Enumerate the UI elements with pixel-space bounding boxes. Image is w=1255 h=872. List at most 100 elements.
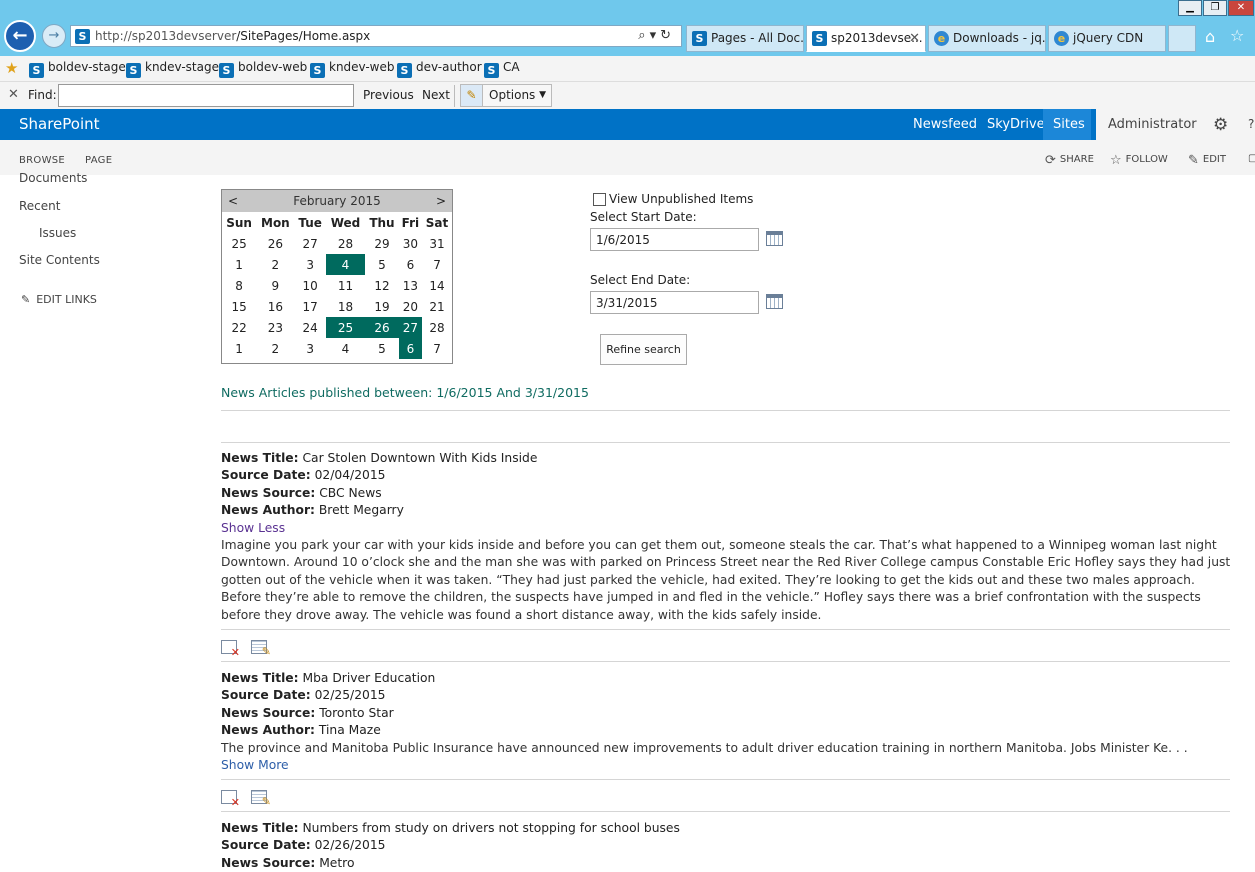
calendar-day[interactable]: 8: [222, 275, 256, 296]
calendar-day[interactable]: 27: [398, 317, 423, 338]
tab-sp2013devserver[interactable]: S sp2013devse... ✕: [806, 25, 926, 52]
gear-icon[interactable]: ⚙: [1213, 115, 1228, 135]
calendar-day[interactable]: 15: [222, 296, 256, 317]
calendar-day[interactable]: 9: [256, 275, 294, 296]
calendar-day[interactable]: 17: [294, 296, 325, 317]
favorites-add-icon[interactable]: ★: [5, 59, 18, 77]
edit-item-icon[interactable]: [251, 640, 271, 658]
calendar-day[interactable]: 4: [326, 338, 365, 359]
share-button[interactable]: ⟳ SHARE: [1045, 153, 1094, 168]
calendar-day[interactable]: 3: [294, 338, 325, 359]
favorite-link[interactable]: Sdev-author: [397, 60, 482, 78]
find-close-icon[interactable]: ✕: [8, 87, 19, 102]
start-date-input[interactable]: [590, 228, 759, 251]
find-next-button[interactable]: Next: [422, 88, 450, 102]
search-refresh-icons[interactable]: ⌕▾↻: [638, 28, 675, 43]
find-previous-button[interactable]: Previous: [363, 88, 414, 102]
calendar-day[interactable]: 2: [256, 254, 294, 275]
calendar-day[interactable]: 28: [422, 317, 452, 338]
find-input[interactable]: [58, 84, 354, 107]
nav-site-contents[interactable]: Site Contents: [19, 253, 100, 267]
newsfeed-link[interactable]: Newsfeed: [913, 117, 977, 132]
edit-button[interactable]: ✎ EDIT: [1188, 153, 1226, 168]
window-close-button[interactable]: ✕: [1228, 0, 1254, 16]
home-icon[interactable]: ⌂: [1205, 27, 1215, 46]
calendar-day[interactable]: 30: [399, 233, 422, 254]
calendar-day[interactable]: 19: [365, 296, 399, 317]
unpublished-checkbox[interactable]: [593, 193, 606, 206]
calendar-day[interactable]: 3: [294, 254, 325, 275]
show-less-link[interactable]: Show Less: [221, 520, 1231, 537]
calendar-day[interactable]: 26: [365, 317, 399, 338]
tab-downloads[interactable]: e Downloads - jq...: [928, 25, 1046, 52]
tab-page[interactable]: PAGE: [85, 155, 112, 166]
calendar-day[interactable]: 22: [222, 317, 256, 338]
delete-item-icon[interactable]: [221, 640, 240, 659]
calendar-day[interactable]: 10: [294, 275, 325, 296]
calendar-picker-icon[interactable]: [766, 294, 783, 309]
delete-item-icon[interactable]: [221, 790, 240, 809]
favorite-link[interactable]: Skndev-stage: [126, 60, 219, 78]
favorite-link[interactable]: Sboldev-stage: [29, 60, 126, 78]
edit-links-button[interactable]: ✎ EDIT LINKS: [21, 293, 97, 306]
new-tab-button[interactable]: [1168, 25, 1196, 52]
calendar-day[interactable]: 21: [422, 296, 452, 317]
refine-search-button[interactable]: Refine search: [600, 334, 687, 365]
forward-button[interactable]: →: [42, 24, 66, 48]
calendar-day[interactable]: 6: [398, 338, 423, 359]
calendar-day[interactable]: 28: [326, 233, 365, 254]
calendar-day[interactable]: 13: [399, 275, 422, 296]
favorite-link[interactable]: Sboldev-web: [219, 60, 307, 78]
favorite-link[interactable]: S CA: [484, 60, 520, 78]
calendar-day[interactable]: 31: [422, 233, 452, 254]
calendar-day[interactable]: 6: [399, 254, 422, 275]
calendar-day[interactable]: 12: [365, 275, 399, 296]
calendar-day[interactable]: 25: [325, 317, 366, 338]
help-icon[interactable]: ?: [1248, 117, 1254, 131]
edit-item-icon[interactable]: [251, 790, 271, 808]
calendar-day[interactable]: 4: [325, 254, 366, 275]
restore-button[interactable]: ❐: [1203, 0, 1227, 16]
user-menu[interactable]: Administrator ▼: [1096, 109, 1202, 162]
calendar-day[interactable]: 29: [365, 233, 399, 254]
calendar-day[interactable]: 26: [256, 233, 294, 254]
end-date-input[interactable]: [590, 291, 759, 314]
calendar-day[interactable]: 1: [222, 338, 256, 359]
next-month-button[interactable]: >: [436, 194, 446, 208]
back-button[interactable]: ←: [4, 20, 36, 52]
calendar-day[interactable]: 16: [256, 296, 294, 317]
calendar-day[interactable]: 14: [422, 275, 452, 296]
calendar-day[interactable]: 20: [399, 296, 422, 317]
follow-button[interactable]: ☆ FOLLOW: [1110, 153, 1168, 168]
minimize-button[interactable]: ▁: [1178, 0, 1202, 16]
nav-issues[interactable]: Issues: [39, 226, 76, 240]
calendar-day[interactable]: 7: [422, 254, 452, 275]
brand-logo[interactable]: SharePoint: [19, 115, 100, 133]
calendar-day[interactable]: 7: [422, 338, 452, 359]
calendar-day[interactable]: 5: [365, 254, 399, 275]
tab-pages[interactable]: S Pages - All Doc...: [686, 25, 804, 52]
calendar-day[interactable]: 27: [294, 233, 325, 254]
nav-recent[interactable]: Recent: [19, 199, 60, 213]
calendar-day[interactable]: 24: [294, 317, 325, 338]
favorites-star-icon[interactable]: ☆: [1230, 26, 1244, 45]
focus-content-icon[interactable]: ▢: [1248, 153, 1255, 164]
address-bar[interactable]: S http://sp2013devserver/SitePages/Home.…: [70, 25, 682, 47]
tab-browse[interactable]: BROWSE: [19, 155, 65, 166]
show-more-link[interactable]: Show More: [221, 757, 1231, 774]
calendar-day[interactable]: 25: [222, 233, 256, 254]
find-options-button[interactable]: ✎ Options ▼: [460, 84, 552, 107]
sites-link[interactable]: Sites: [1053, 117, 1085, 132]
skydrive-link[interactable]: SkyDrive: [987, 117, 1045, 132]
nav-documents[interactable]: Documents: [19, 171, 87, 185]
calendar-day[interactable]: 18: [326, 296, 365, 317]
tab-close-icon[interactable]: ✕: [909, 26, 920, 51]
calendar-day[interactable]: 23: [256, 317, 294, 338]
calendar-day[interactable]: 5: [365, 338, 399, 359]
calendar-day[interactable]: 1: [222, 254, 256, 275]
calendar-day[interactable]: 11: [326, 275, 365, 296]
favorite-link[interactable]: Skndev-web: [310, 60, 394, 78]
calendar-day[interactable]: 2: [256, 338, 294, 359]
tab-jquery-cdn[interactable]: e jQuery CDN: [1048, 25, 1166, 52]
calendar-picker-icon[interactable]: [766, 231, 783, 246]
